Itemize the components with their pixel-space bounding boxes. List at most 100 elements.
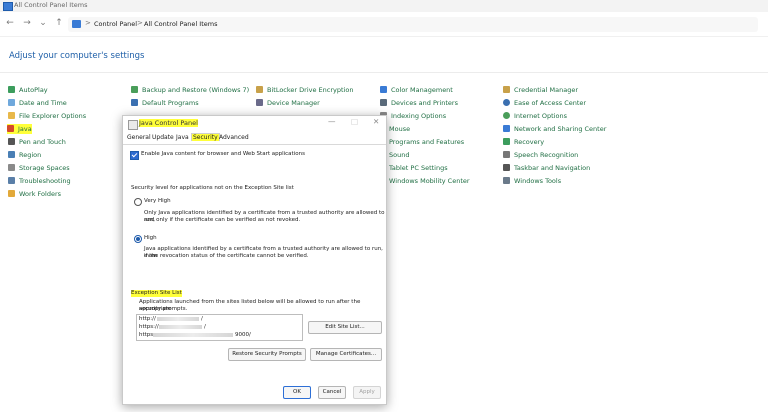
edit-site-list-button[interactable]: Edit Site List... (308, 321, 382, 334)
item-work-folders[interactable]: Work Folders (8, 189, 61, 199)
site-entry-suffix: / (204, 324, 206, 330)
breadcrumb-separator: > (85, 19, 91, 27)
exception-site-list[interactable]: http:// / https:// / https: 9000/ (136, 314, 303, 341)
lock-icon (256, 86, 263, 93)
java-icon (7, 125, 14, 132)
item-region[interactable]: Region (8, 150, 41, 160)
high-description: if the revocation status of the certific… (144, 253, 309, 259)
microphone-icon (503, 151, 510, 158)
redacted-url (159, 325, 202, 329)
control-panel-icon (3, 2, 13, 11)
item-java[interactable]: Java (7, 124, 32, 134)
navigation-bar: ← → ⌄ ↑ > Control Panel > All Control Pa… (0, 14, 768, 37)
color-icon (380, 86, 387, 93)
item-indexing-options[interactable]: Indexing Options (380, 111, 446, 121)
forward-arrow-icon[interactable]: → (22, 18, 32, 28)
internet-icon (503, 112, 510, 119)
storage-icon (8, 164, 15, 171)
item-color-management[interactable]: Color Management (380, 85, 453, 95)
site-entry-suffix: / (201, 316, 203, 322)
folder-icon (8, 190, 15, 197)
enable-java-checkbox[interactable] (130, 151, 139, 160)
redacted-url (157, 317, 199, 321)
clock-icon (8, 99, 15, 106)
breadcrumb-all-items[interactable]: All Control Panel Items (144, 20, 217, 28)
minimize-icon[interactable]: — (328, 117, 336, 126)
java-control-panel-dialog: Java Control Panel — □ ✕ General Update … (122, 115, 387, 405)
back-arrow-icon[interactable]: ← (5, 18, 15, 28)
tab-general[interactable]: General (127, 134, 151, 141)
item-internet-options[interactable]: Internet Options (503, 111, 567, 121)
item-ease-of-access[interactable]: Ease of Access Center (503, 98, 586, 108)
breadcrumb-separator: > (137, 19, 143, 27)
item-programs-features[interactable]: Programs and Features (389, 137, 464, 147)
recent-locations-icon[interactable]: ⌄ (38, 18, 48, 28)
printer-icon (380, 99, 387, 106)
high-label: High (144, 235, 157, 241)
item-date-time[interactable]: Date and Time (8, 98, 67, 108)
item-tablet-pc-settings[interactable]: Tablet PC Settings (389, 163, 448, 173)
item-autoplay[interactable]: AutoPlay (8, 85, 48, 95)
item-bitlocker[interactable]: BitLocker Drive Encryption (256, 85, 353, 95)
item-mouse[interactable]: Mouse (389, 124, 410, 134)
apply-button[interactable]: Apply (353, 386, 381, 399)
site-entry-suffix: 9000/ (235, 332, 251, 338)
very-high-radio[interactable] (134, 198, 142, 206)
item-windows-tools[interactable]: Windows Tools (503, 176, 561, 186)
recovery-icon (503, 138, 510, 145)
item-troubleshooting[interactable]: Troubleshooting (8, 176, 71, 186)
very-high-label: Very High (144, 198, 171, 204)
autoplay-icon (8, 86, 15, 93)
enable-java-label: Enable Java content for browser and Web … (141, 151, 305, 157)
up-arrow-icon[interactable]: ↑ (54, 18, 64, 28)
tools-icon (503, 177, 510, 184)
close-icon[interactable]: ✕ (373, 117, 379, 126)
item-sound[interactable]: Sound (389, 150, 409, 160)
backup-icon (131, 86, 138, 93)
item-file-explorer-options[interactable]: File Explorer Options (8, 111, 86, 121)
java-icon (128, 120, 138, 130)
restore-security-prompts-button[interactable]: Restore Security Prompts (228, 348, 306, 361)
tab-advanced[interactable]: Advanced (219, 134, 249, 141)
tab-update[interactable]: Update (152, 134, 174, 141)
item-default-programs[interactable]: Default Programs (131, 98, 199, 108)
accessibility-icon (503, 99, 510, 106)
tab-java[interactable]: Java (176, 134, 189, 141)
item-storage-spaces[interactable]: Storage Spaces (8, 163, 70, 173)
very-high-description: and only if the certificate can be verif… (144, 217, 301, 223)
window-title: All Control Panel Items (14, 1, 88, 9)
cancel-button[interactable]: Cancel (318, 386, 346, 399)
item-speech-recognition[interactable]: Speech Recognition (503, 150, 578, 160)
item-network-sharing[interactable]: Network and Sharing Center (503, 124, 606, 134)
dialog-titlebar: Java Control Panel — □ ✕ (123, 116, 386, 132)
folder-icon (8, 112, 15, 119)
troubleshoot-icon (8, 177, 15, 184)
window-titlebar: All Control Panel Items (0, 0, 768, 12)
item-windows-mobility-center[interactable]: Windows Mobility Center (389, 176, 470, 186)
maximize-icon[interactable]: □ (351, 117, 358, 126)
device-manager-icon (256, 99, 263, 106)
pen-icon (8, 138, 15, 145)
divider (0, 72, 768, 73)
high-radio[interactable] (134, 235, 142, 243)
manage-certificates-button[interactable]: Manage Certificates... (310, 348, 382, 361)
taskbar-icon (503, 164, 510, 171)
item-credential-manager[interactable]: Credential Manager (503, 85, 578, 95)
item-devices-printers[interactable]: Devices and Printers (380, 98, 458, 108)
item-recovery[interactable]: Recovery (503, 137, 544, 147)
site-entry: https:// (139, 324, 159, 330)
network-icon (503, 125, 510, 132)
breadcrumb-control-panel[interactable]: Control Panel (94, 20, 137, 28)
exception-description: security prompts. (139, 306, 188, 312)
item-taskbar-navigation[interactable]: Taskbar and Navigation (503, 163, 590, 173)
address-bar[interactable]: > Control Panel > All Control Panel Item… (68, 17, 758, 32)
credential-icon (503, 86, 510, 93)
security-level-label: Security level for applications not on t… (131, 185, 294, 191)
ok-button[interactable]: OK (283, 386, 311, 399)
item-backup-restore[interactable]: Backup and Restore (Windows 7) (131, 85, 249, 95)
page-title: Adjust your computer's settings (9, 51, 145, 61)
control-panel-icon (72, 20, 81, 28)
item-device-manager[interactable]: Device Manager (256, 98, 320, 108)
item-pen-touch[interactable]: Pen and Touch (8, 137, 66, 147)
tab-security[interactable]: Security (191, 133, 220, 141)
